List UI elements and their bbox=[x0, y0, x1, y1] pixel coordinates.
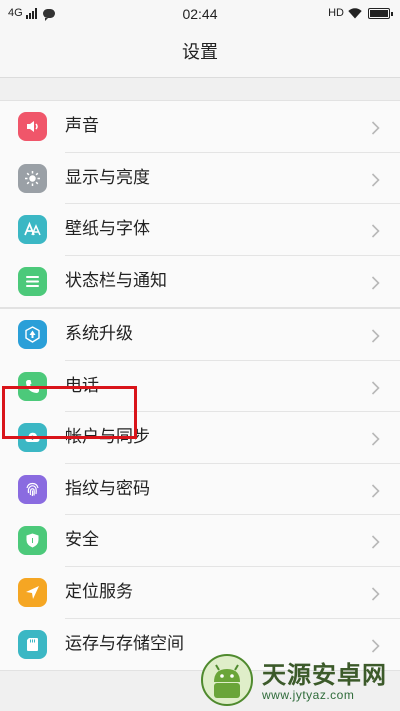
settings-item-label: 运存与存储空间 bbox=[65, 633, 184, 654]
speaker-icon bbox=[18, 112, 47, 141]
watermark-title: 天源安卓网 bbox=[262, 660, 387, 689]
sd-card-icon bbox=[18, 629, 47, 659]
settings-item-label: 壁纸与字体 bbox=[65, 219, 150, 240]
font-icon bbox=[18, 215, 47, 245]
chevron-right-icon bbox=[371, 223, 380, 238]
status-right: HD bbox=[328, 7, 393, 19]
settings-group-1: 声音显示与亮度壁纸与字体状态栏与通知 bbox=[0, 100, 400, 309]
settings-item[interactable]: 声音 bbox=[0, 101, 400, 153]
chevron-right-icon bbox=[371, 534, 380, 549]
settings-item[interactable]: 状态栏与通知 bbox=[0, 256, 400, 308]
android-logo-icon bbox=[201, 654, 253, 706]
page-title: 设置 bbox=[0, 28, 400, 78]
settings-item-label: 指纹与密码 bbox=[65, 478, 150, 499]
hd-indicator: HD bbox=[328, 7, 344, 19]
brightness-icon bbox=[18, 163, 47, 193]
highlight-annotation-box bbox=[2, 386, 137, 439]
chevron-right-icon bbox=[371, 431, 380, 446]
chevron-right-icon bbox=[371, 328, 380, 343]
settings-item-label: 系统升级 bbox=[65, 324, 133, 344]
chevron-right-icon bbox=[371, 586, 380, 601]
chevron-right-icon bbox=[371, 120, 380, 135]
status-bar: 4G 02:44 HD bbox=[0, 0, 400, 28]
settings-item-label: 显示与亮度 bbox=[65, 167, 150, 188]
settings-item-label: 安全 bbox=[65, 530, 99, 551]
settings-item[interactable]: 壁纸与字体 bbox=[0, 204, 400, 256]
location-icon bbox=[18, 577, 47, 607]
chevron-right-icon bbox=[371, 275, 380, 290]
settings-item[interactable]: 安全 bbox=[0, 515, 400, 567]
watermark-url: www.jytyaz.com bbox=[262, 687, 355, 702]
chevron-right-icon bbox=[371, 483, 380, 498]
upgrade-icon bbox=[18, 320, 47, 349]
settings-item[interactable]: 定位服务 bbox=[0, 567, 400, 619]
watermark: 天源安卓网 www.jytyaz.com bbox=[198, 648, 398, 708]
settings-item[interactable]: 指纹与密码 bbox=[0, 464, 400, 516]
settings-item-label: 状态栏与通知 bbox=[65, 270, 167, 291]
chevron-right-icon bbox=[371, 380, 380, 395]
fingerprint-icon bbox=[18, 474, 47, 504]
settings-item-label: 定位服务 bbox=[65, 581, 133, 602]
settings-item[interactable]: 显示与亮度 bbox=[0, 153, 400, 205]
battery-icon bbox=[368, 7, 393, 19]
chevron-right-icon bbox=[371, 172, 380, 187]
wifi-icon bbox=[348, 8, 362, 19]
settings-item[interactable]: 系统升级 bbox=[0, 309, 400, 361]
shield-icon bbox=[18, 526, 47, 556]
settings-group-2: 系统升级 电话 帐户与同步 指纹与密码 安全 定位服务 运存与存储空间 bbox=[0, 308, 400, 672]
settings-item-label: 声音 bbox=[65, 116, 99, 136]
list-icon bbox=[18, 266, 47, 296]
